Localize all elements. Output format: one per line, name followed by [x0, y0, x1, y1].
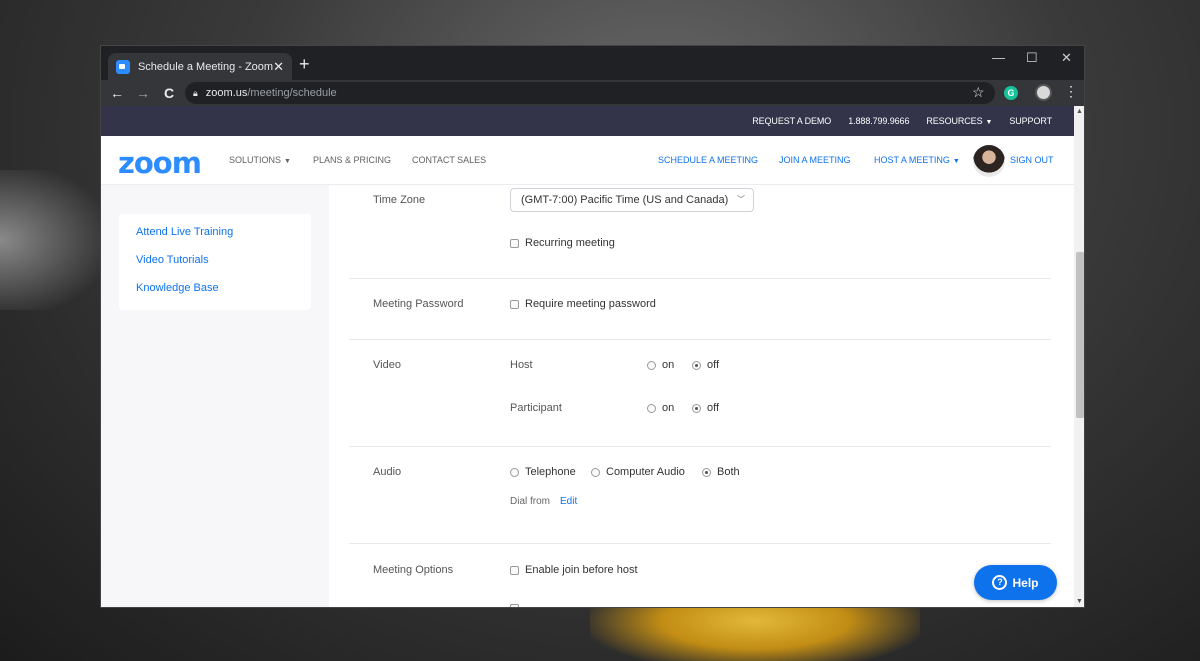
background-flower: [590, 600, 920, 661]
audio-computer-label[interactable]: Computer Audio: [606, 466, 685, 478]
nav-solutions-label: SOLUTIONS: [229, 155, 282, 165]
video-participant-off-radio[interactable]: [692, 404, 701, 413]
join-before-host-checkbox[interactable]: [510, 566, 519, 575]
main-navigation: zoom SOLUTIONS ▼ PLANS & PRICING CONTACT …: [101, 136, 1074, 185]
tab-strip: Schedule a Meeting - Zoom ✕ + — ☐ ✕: [101, 46, 1084, 80]
phone-link[interactable]: 1.888.799.9666: [848, 116, 909, 126]
nav-sign-out[interactable]: SIGN OUT: [1010, 155, 1054, 165]
zoom-favicon-icon: [116, 59, 130, 74]
recurring-checkbox[interactable]: [510, 239, 519, 248]
top-utility-bar: REQUEST A DEMO 1.888.799.9666 RESOURCES ▼…: [101, 106, 1074, 136]
nav-schedule-meeting[interactable]: SCHEDULE A MEETING: [658, 155, 758, 165]
schedule-form: Time Zone (GMT-7:00) Pacific Time (US an…: [329, 185, 1074, 607]
profile-avatar-icon[interactable]: [1035, 84, 1052, 101]
video-label: Video: [373, 359, 401, 371]
help-label: Help: [1012, 575, 1039, 590]
page-viewport: REQUEST A DEMO 1.888.799.9666 RESOURCES ▼…: [101, 106, 1074, 607]
timezone-select[interactable]: (GMT-7:00) Pacific Time (US and Canada) …: [510, 188, 754, 212]
background-light: [0, 170, 100, 310]
video-participant-on-radio[interactable]: [647, 404, 656, 413]
require-password-checkbox[interactable]: [510, 300, 519, 309]
scroll-down-icon[interactable]: ▼: [1076, 598, 1083, 605]
sidebar-help-card: Attend Live Training Video Tutorials Kno…: [119, 214, 311, 310]
timezone-value: (GMT-7:00) Pacific Time (US and Canada): [521, 194, 729, 206]
next-option-checkbox[interactable]: [510, 604, 519, 607]
support-link[interactable]: SUPPORT: [1009, 116, 1052, 126]
nav-plans-pricing[interactable]: PLANS & PRICING: [313, 155, 391, 165]
video-participant-label: Participant: [510, 402, 562, 414]
section-divider: [349, 278, 1051, 279]
tab-title: Schedule a Meeting - Zoom: [137, 60, 274, 73]
nav-host-meeting[interactable]: HOST A MEETING ▼: [874, 155, 960, 165]
join-before-host-label[interactable]: Enable join before host: [525, 564, 638, 576]
video-host-on-label[interactable]: on: [662, 359, 674, 371]
user-avatar[interactable]: [973, 145, 1005, 177]
audio-both-label[interactable]: Both: [717, 466, 740, 478]
audio-label: Audio: [373, 466, 402, 478]
meeting-options-label: Meeting Options: [373, 564, 454, 576]
new-tab-button[interactable]: +: [299, 54, 310, 75]
nav-host-meeting-label: HOST A MEETING: [874, 155, 950, 165]
nav-solutions[interactable]: SOLUTIONS ▼: [229, 155, 291, 165]
nav-join-meeting[interactable]: JOIN A MEETING: [779, 155, 851, 165]
browser-window: Schedule a Meeting - Zoom ✕ + — ☐ ✕ ← → …: [100, 45, 1085, 608]
resources-menu[interactable]: RESOURCES ▼: [926, 116, 992, 126]
video-participant-on-label[interactable]: on: [662, 402, 674, 414]
resources-label: RESOURCES: [926, 116, 983, 126]
lock-icon: 🔒︎: [193, 87, 198, 98]
meeting-password-label: Meeting Password: [373, 298, 464, 310]
bookmark-star-icon[interactable]: ☆: [972, 84, 985, 101]
tab-close-icon[interactable]: ✕: [273, 59, 284, 75]
video-host-label: Host: [510, 359, 533, 371]
sidebar-item-video-tutorials[interactable]: Video Tutorials: [136, 254, 209, 266]
chevron-down-icon: ▼: [284, 158, 291, 165]
dial-from-label: Dial from: [510, 496, 551, 507]
scroll-up-icon[interactable]: ▲: [1076, 108, 1083, 115]
window-close-button[interactable]: ✕: [1061, 50, 1072, 66]
question-icon: ?: [992, 575, 1008, 590]
audio-telephone-label[interactable]: Telephone: [525, 466, 576, 478]
sidebar-item-attend-live-training[interactable]: Attend Live Training: [136, 226, 233, 238]
section-divider: [349, 543, 1051, 544]
scrollbar-thumb[interactable]: [1076, 252, 1084, 418]
tab-schedule-meeting[interactable]: Schedule a Meeting - Zoom ✕: [108, 53, 292, 80]
browser-toolbar: ← → C 🔒︎ zoom.us /meeting/schedule ☆ G ⋮: [101, 80, 1084, 106]
url-path: /meeting/schedule: [247, 87, 337, 99]
zoom-logo[interactable]: zoom: [118, 146, 202, 180]
audio-computer-radio[interactable]: [591, 468, 600, 477]
forward-button[interactable]: →: [130, 85, 156, 101]
reload-button[interactable]: C: [156, 85, 182, 101]
require-password-label[interactable]: Require meeting password: [525, 298, 656, 310]
maximize-button[interactable]: ☐: [1026, 50, 1038, 66]
recurring-label[interactable]: Recurring meeting: [525, 237, 615, 249]
page-scrollbar[interactable]: ▲ ▼: [1074, 106, 1084, 607]
video-host-off-radio[interactable]: [692, 361, 701, 370]
browser-menu-icon[interactable]: ⋮: [1064, 83, 1078, 100]
grammarly-extension-icon[interactable]: G: [1004, 86, 1018, 100]
nav-contact-sales[interactable]: CONTACT SALES: [412, 155, 486, 165]
audio-telephone-radio[interactable]: [510, 468, 519, 477]
timezone-label: Time Zone: [373, 194, 426, 206]
section-divider: [349, 339, 1051, 340]
address-bar[interactable]: 🔒︎ zoom.us /meeting/schedule: [185, 82, 995, 104]
video-participant-off-label[interactable]: off: [707, 402, 719, 414]
video-host-on-radio[interactable]: [647, 361, 656, 370]
help-button[interactable]: ? Help: [974, 565, 1057, 600]
url-host: zoom.us: [205, 87, 248, 99]
audio-both-radio[interactable]: [702, 468, 711, 477]
section-divider: [349, 446, 1051, 447]
chevron-down-icon: ﹀: [737, 195, 745, 204]
video-host-off-label[interactable]: off: [707, 359, 719, 371]
dial-from-edit-link[interactable]: Edit: [560, 496, 577, 507]
back-button[interactable]: ←: [104, 85, 130, 101]
chevron-down-icon: ▼: [985, 119, 993, 126]
minimize-button[interactable]: —: [992, 50, 1005, 65]
chevron-down-icon: ▼: [952, 158, 960, 165]
request-demo-link[interactable]: REQUEST A DEMO: [752, 116, 831, 126]
sidebar-item-knowledge-base[interactable]: Knowledge Base: [136, 282, 219, 294]
